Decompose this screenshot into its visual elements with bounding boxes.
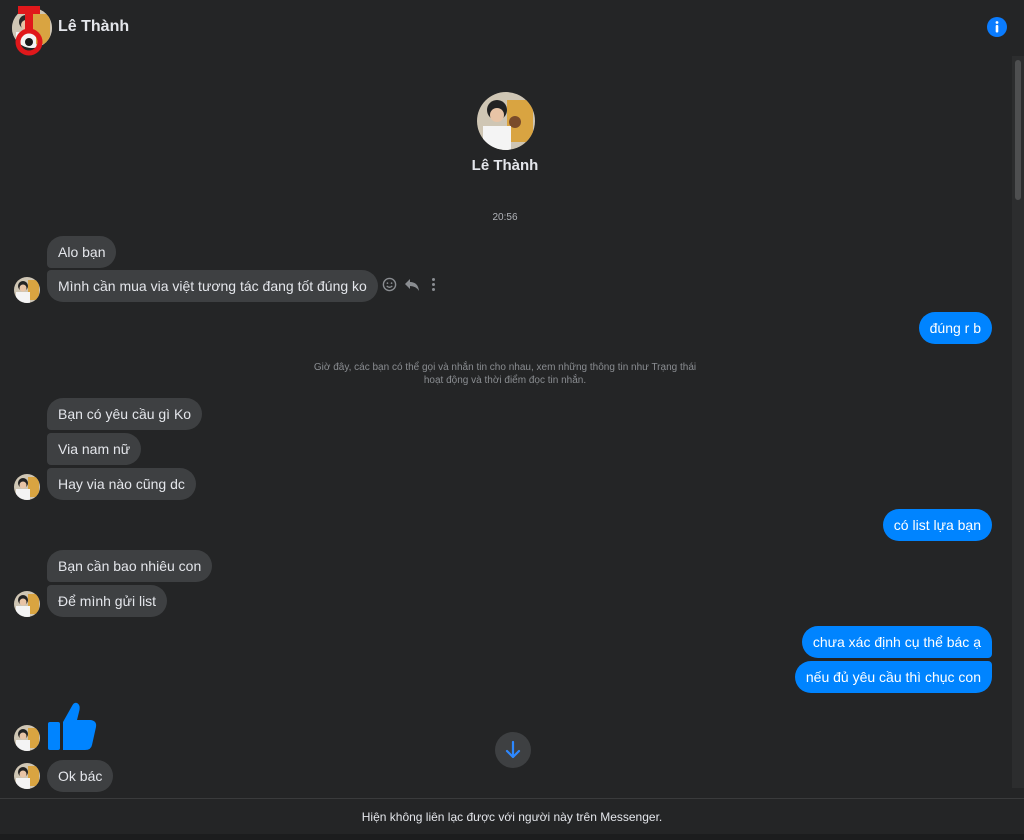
reply-icon[interactable] — [404, 277, 420, 297]
footer-status: Hiện không liên lạc được với người này t… — [0, 798, 1024, 837]
profile-avatar[interactable] — [477, 92, 535, 150]
outgoing-message[interactable]: nếu đủ yêu cầu thì chục con — [794, 661, 992, 693]
incoming-message[interactable]: Hay via nào cũng dc — [47, 468, 196, 500]
outgoing-message[interactable]: có list lựa bạn — [882, 509, 992, 541]
sender-avatar — [14, 725, 40, 751]
incoming-message[interactable]: Ok bác — [47, 760, 114, 792]
brand-badge-icon — [15, 6, 43, 56]
bottom-bar — [0, 834, 1024, 840]
contact-name[interactable]: Lê Thành — [58, 18, 129, 36]
scroll-to-bottom-button[interactable] — [495, 732, 531, 768]
incoming-message[interactable]: Mình cần mua via việt tương tác đang tốt… — [47, 270, 378, 302]
scrollbar-thumb[interactable] — [1015, 60, 1021, 200]
sender-avatar — [14, 277, 40, 303]
sender-avatar — [14, 763, 40, 789]
incoming-message[interactable]: Bạn cần bao nhiêu con — [47, 550, 213, 582]
like-icon[interactable] — [46, 700, 98, 752]
conversation-header: Lê Thành — [0, 0, 1024, 56]
incoming-message[interactable]: Alo bạn — [47, 236, 117, 268]
incoming-message[interactable]: Via nam nữ — [47, 433, 142, 465]
outgoing-message[interactable]: đúng r b — [918, 312, 992, 344]
message-timestamp: 20:56 — [492, 212, 518, 223]
arrow-down-icon — [505, 740, 521, 759]
outgoing-message[interactable]: chưa xác định cụ thể bác ạ — [801, 626, 992, 658]
scrollbar[interactable] — [1012, 56, 1024, 788]
info-icon[interactable] — [986, 16, 1008, 38]
sender-avatar — [14, 591, 40, 617]
incoming-message[interactable]: Để mình gửi list — [47, 585, 168, 617]
react-icon[interactable] — [382, 277, 397, 297]
sender-avatar — [14, 474, 40, 500]
more-icon[interactable] — [431, 277, 436, 297]
incoming-message[interactable]: Bạn có yêu cầu gì Ko — [47, 398, 203, 430]
profile-name: Lê Thành — [471, 157, 539, 174]
messenger-notice: Giờ đây, các bạn có thể gọi và nhắn tin … — [313, 362, 697, 386]
